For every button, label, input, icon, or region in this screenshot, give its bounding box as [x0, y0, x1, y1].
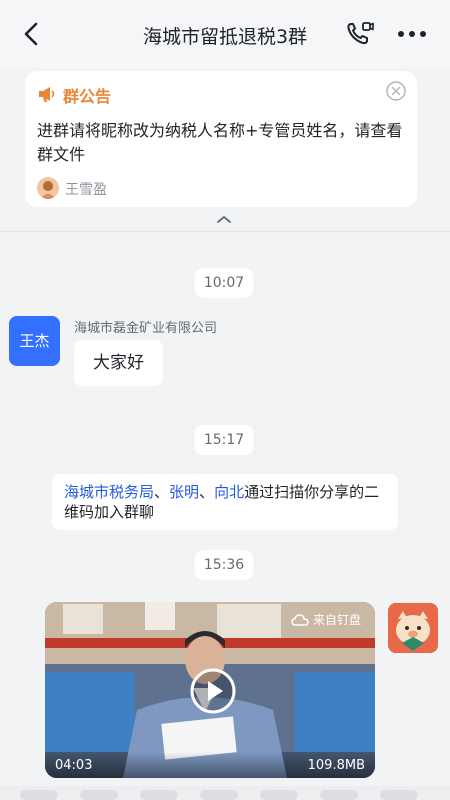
video-message[interactable]: 来自钉盘 04:03 109.8MB — [45, 602, 375, 778]
member-link[interactable]: 张明 — [169, 483, 199, 501]
timestamp: 10:07 — [195, 268, 253, 298]
announcement-label: 群公告 — [63, 87, 112, 106]
separator: 、 — [154, 483, 170, 501]
avatar — [37, 177, 59, 199]
avatar[interactable] — [388, 603, 438, 653]
cloud-icon — [291, 614, 309, 626]
timestamp: 15:36 — [195, 550, 253, 580]
message-bubble[interactable]: 大家好 — [74, 340, 163, 386]
more-icon[interactable] — [396, 22, 428, 46]
sender-name: 海城市磊金矿业有限公司 — [74, 321, 218, 336]
chat-title: 海城市留抵退税3群 — [142, 26, 308, 48]
author-name: 王雪盈 — [65, 182, 107, 198]
avatar[interactable]: 王杰 — [9, 316, 60, 366]
video-size: 109.8MB — [307, 758, 365, 773]
phone-video-icon[interactable] — [345, 20, 375, 48]
member-link[interactable]: 向北 — [214, 483, 244, 501]
play-icon[interactable] — [189, 667, 237, 715]
separator: 、 — [199, 483, 215, 501]
divider — [0, 231, 450, 232]
video-duration: 04:03 — [55, 758, 93, 773]
input-toolbar-edge — [0, 786, 450, 800]
video-source-label: 来自钉盘 — [313, 613, 362, 627]
close-icon[interactable] — [385, 80, 407, 102]
timestamp: 15:17 — [195, 425, 253, 455]
member-link[interactable]: 海城市税务局 — [64, 483, 154, 501]
announcement-text: 进群请将昵称改为纳税人名称+专管员姓名，请查看群文件 — [37, 121, 403, 164]
top-bar: 海城市留抵退税3群 — [0, 0, 450, 68]
megaphone-icon — [39, 87, 55, 102]
system-message: 海城市税务局、张明、向北通过扫描你分享的二维码加入群聊 — [52, 474, 398, 530]
chevron-up-icon[interactable] — [215, 214, 233, 224]
group-announcement-card[interactable]: 群公告 进群请将昵称改为纳税人名称+专管员姓名，请查看群文件 王雪盈 — [25, 71, 417, 207]
